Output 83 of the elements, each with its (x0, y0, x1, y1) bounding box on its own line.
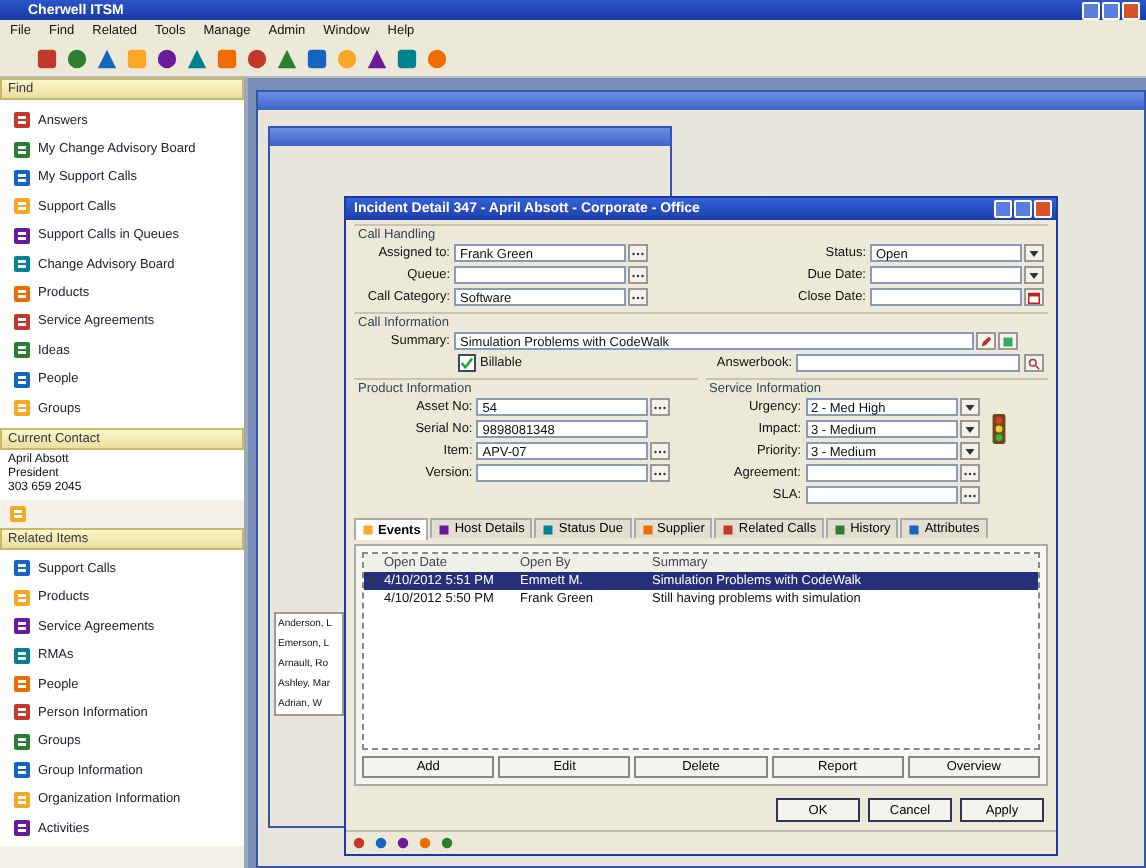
close-button[interactable] (1122, 1, 1140, 19)
document-icon (12, 340, 32, 361)
ellipsis-icon (632, 269, 644, 281)
toolbar-icon[interactable] (96, 47, 118, 69)
document-icon (12, 167, 32, 188)
document-icon (12, 196, 32, 217)
toolbar-icon[interactable] (276, 47, 298, 69)
input-field[interactable] (476, 464, 649, 482)
maximize-button[interactable] (1014, 200, 1032, 218)
document-icon (12, 369, 32, 390)
lookup-button[interactable] (959, 464, 979, 482)
ellipsis-icon (963, 489, 975, 501)
document-icon (12, 139, 32, 160)
spell-check-button[interactable] (976, 332, 996, 350)
tab-icon (834, 523, 847, 535)
dropdown-button[interactable] (959, 442, 979, 460)
toolbar-icon[interactable] (36, 47, 58, 69)
document-icon (8, 504, 28, 525)
document-icon (12, 789, 32, 810)
input-field[interactable] (870, 266, 1022, 284)
minimize-button[interactable] (1082, 1, 1100, 19)
document-icon (12, 110, 32, 131)
dropdown-button[interactable] (1024, 244, 1044, 262)
traffic-light-icon (991, 414, 1005, 444)
tab-icon (438, 523, 451, 535)
lookup-button[interactable] (959, 486, 979, 504)
lookup-button[interactable] (650, 442, 671, 460)
lookup-button[interactable] (650, 398, 671, 416)
document-icon (12, 616, 32, 637)
toolbar-icon[interactable] (366, 47, 388, 69)
lookup-button[interactable] (650, 464, 671, 482)
calendar-icon (1028, 291, 1040, 303)
input-field[interactable] (805, 464, 957, 482)
ellipsis-icon (963, 467, 975, 479)
book-button[interactable] (998, 332, 1018, 350)
dropdown-button[interactable] (959, 398, 979, 416)
minimize-button[interactable] (994, 200, 1012, 218)
calendar-button[interactable] (1024, 288, 1044, 306)
document-icon (12, 311, 32, 332)
document-icon (12, 587, 32, 608)
lookup-button[interactable] (628, 288, 648, 306)
document-icon (12, 818, 32, 838)
document-icon (12, 702, 32, 723)
close-button[interactable] (1034, 200, 1052, 218)
document-icon (12, 398, 32, 419)
ellipsis-icon (654, 467, 667, 479)
search-icon (1028, 357, 1040, 369)
tab-icon (722, 523, 735, 535)
row-pointer-icon (369, 576, 375, 586)
tab-icon (542, 523, 555, 535)
dropdown-button[interactable] (1024, 266, 1044, 284)
input-field[interactable] (870, 288, 1022, 306)
toolbar-icon[interactable] (66, 47, 88, 69)
document-icon (12, 558, 32, 579)
document-icon (12, 645, 32, 666)
tab-icon (641, 523, 654, 535)
document-icon (12, 674, 32, 695)
document-icon (12, 225, 32, 246)
input-field[interactable] (796, 354, 1020, 372)
lookup-button[interactable] (628, 244, 648, 262)
checkbox[interactable] (458, 354, 476, 372)
document-icon (12, 283, 32, 304)
ellipsis-icon (632, 247, 644, 259)
dropdown-button[interactable] (959, 420, 979, 438)
toolbar-icon[interactable] (186, 47, 208, 69)
toolbar-icon[interactable] (246, 47, 268, 69)
lookup-button[interactable] (628, 266, 648, 284)
tab-icon (908, 523, 921, 535)
document-icon (12, 254, 32, 275)
document-icon (12, 731, 32, 752)
maximize-button[interactable] (1102, 1, 1120, 19)
toolbar-icon[interactable] (306, 47, 328, 69)
toolbar-icon[interactable] (396, 47, 418, 69)
pencil-icon (980, 335, 992, 347)
tab-icon (362, 524, 374, 536)
search-button[interactable] (1024, 354, 1044, 372)
input-field[interactable] (805, 486, 957, 504)
document-icon (12, 760, 32, 781)
toolbar-icon[interactable] (156, 47, 178, 69)
ellipsis-icon (654, 401, 667, 413)
ellipsis-icon (632, 291, 644, 303)
ellipsis-icon (654, 445, 667, 457)
input-field[interactable] (454, 266, 626, 284)
